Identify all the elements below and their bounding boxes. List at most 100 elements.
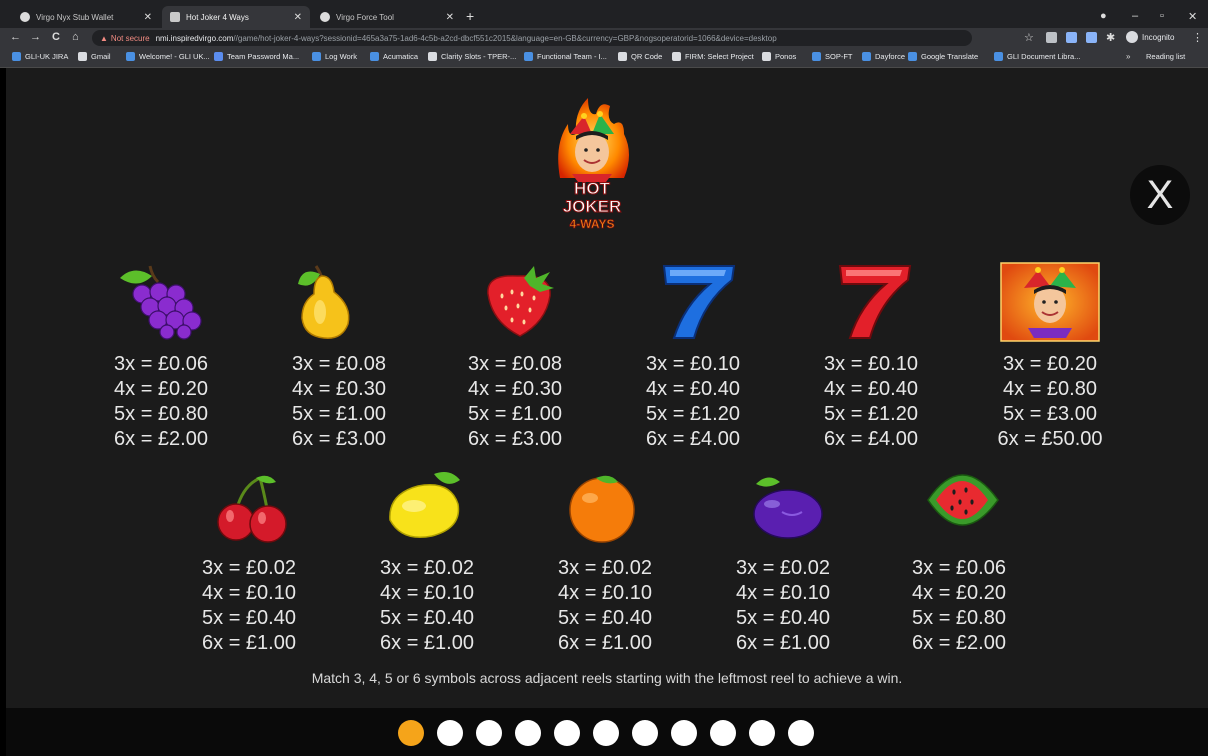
bookmark-item[interactable]: FIRM: Select Project [672,52,754,61]
payout-5x: 5x = £0.40 [380,607,474,629]
page-dot[interactable] [710,720,736,746]
translate-icon[interactable] [1086,32,1097,43]
bookmark-item[interactable]: Gmail [78,52,111,61]
bookmark-label: SOP-FT [825,52,853,61]
tab-virgo-nyx-stub-wallet[interactable]: Virgo Nyx Stub Wallet ✕ [12,6,160,28]
security-label[interactable]: Not secure [111,34,150,43]
bookmark-item[interactable]: Acumatica [370,52,418,61]
logo-text-4-ways: 4-WAYS [570,217,615,231]
warning-icon: ▲ [100,33,108,43]
payout-4x: 4x = £0.20 [912,582,1006,604]
bookmark-item[interactable]: SOP-FT [812,52,853,61]
page-dot[interactable] [788,720,814,746]
new-tab-button[interactable]: + [466,8,474,24]
restore-button[interactable]: ▫ [1160,10,1164,22]
bookmark-favicon-icon [78,52,87,61]
tab-virgo-force-tool[interactable]: Virgo Force Tool ✕ [312,6,462,28]
payout-4x: 4x = £0.10 [202,582,296,604]
bookmark-favicon-icon [428,52,437,61]
browser-menu-icon[interactable]: ⋮ [1192,31,1203,44]
payout-3x: 3x = £0.08 [468,353,562,375]
payout-plum: 3x = £0.02 4x = £0.10 5x = £0.40 6x = £1… [720,556,846,656]
bookmark-favicon-icon [370,52,379,61]
page-dot[interactable] [671,720,697,746]
payout-3x: 3x = £0.10 [824,353,918,375]
extensions-puzzle-icon[interactable]: ✱ [1106,31,1115,44]
logo-text-joker: JOKER [563,197,622,216]
extension-icon[interactable] [1046,32,1057,43]
payout-6x: 6x = £1.00 [380,632,474,654]
payout-4x: 4x = £0.10 [380,582,474,604]
incognito-profile-button[interactable]: Incognito [1126,31,1174,43]
payout-6x: 6x = £50.00 [997,428,1103,450]
minimize-button[interactable]: – [1132,10,1138,22]
bookmark-favicon-icon [126,52,135,61]
payout-6x: 6x = £4.00 [646,428,740,450]
reading-list-button[interactable]: Reading list [1146,52,1185,61]
bookmark-item[interactable]: Functional Team - I... [524,52,607,61]
orange-icon [569,475,635,543]
address-bar[interactable]: ▲ Not secure nmi.inspiredvirgo.com //gam… [92,30,972,46]
payout-pear: 3x = £0.08 4x = £0.30 5x = £1.00 6x = £3… [276,352,402,452]
bookmark-label: Gmail [91,52,111,61]
page-dot[interactable] [593,720,619,746]
lemon-icon [389,472,460,538]
payout-6x: 6x = £1.00 [558,632,652,654]
payout-3x: 3x = £0.06 [912,557,1006,579]
bookmark-item[interactable]: Team Password Ma... [214,52,299,61]
bookmark-favicon-icon [312,52,321,61]
payout-joker: 3x = £0.20 4x = £0.80 5x = £3.00 6x = £5… [980,352,1120,452]
payout-red-seven: 3x = £0.10 4x = £0.40 5x = £1.20 6x = £4… [808,352,934,452]
bookmark-item[interactable]: GLI-UK JIRA [12,52,68,61]
tab-title: Hot Joker 4 Ways [186,12,249,22]
page-dot[interactable] [554,720,580,746]
plum-icon [753,477,823,539]
bookmark-item[interactable]: Log Work [312,52,357,61]
page-dot[interactable] [476,720,502,746]
payout-4x: 4x = £0.40 [646,378,740,400]
home-button[interactable]: ⌂ [72,31,79,43]
reload-button[interactable]: C [52,31,60,43]
payout-5x: 5x = £0.40 [558,607,652,629]
payout-3x: 3x = £0.06 [114,353,208,375]
payout-6x: 6x = £2.00 [912,632,1006,654]
bookmark-item[interactable]: GLI Document Libra... [994,52,1080,61]
payout-3x: 3x = £0.10 [646,353,740,375]
page-dot[interactable] [749,720,775,746]
bookmark-favicon-icon [994,52,1003,61]
payout-strawberry: 3x = £0.08 4x = £0.30 5x = £1.00 6x = £3… [452,352,578,452]
page-dot[interactable] [398,720,424,746]
bookmarks-overflow-button[interactable]: » [1126,52,1130,61]
payout-6x: 6x = £2.00 [114,428,208,450]
tab-close-icon[interactable]: ✕ [144,12,152,23]
tab-bar: Virgo Nyx Stub Wallet ✕ Hot Joker 4 Ways… [0,4,1208,28]
page-dot[interactable] [437,720,463,746]
payout-4x: 4x = £0.20 [114,378,208,400]
close-paytable-button[interactable]: X [1130,165,1190,225]
payout-5x: 5x = £1.00 [292,403,386,425]
tab-hot-joker-4-ways[interactable]: Hot Joker 4 Ways ✕ [162,6,310,28]
bookmark-favicon-icon [762,52,771,61]
payout-blue-seven: 3x = £0.10 4x = £0.40 5x = £1.20 6x = £4… [630,352,756,452]
payout-lemon: 3x = £0.02 4x = £0.10 5x = £0.40 6x = £1… [364,556,490,656]
forward-button[interactable]: → [30,31,41,43]
tab-close-icon[interactable]: ✕ [294,12,302,23]
bookmark-item[interactable]: Dayforce [862,52,905,61]
extension-icon[interactable] [1066,32,1077,43]
bookmark-item[interactable]: Google Translate [908,52,978,61]
bookmark-item[interactable]: QR Code [618,52,662,61]
bookmark-item[interactable]: Ponos [762,52,796,61]
close-window-button[interactable]: ✕ [1188,10,1197,23]
back-button[interactable]: ← [10,31,21,43]
bookmark-item[interactable]: Welcome! - GLI UK... [126,52,210,61]
bookmark-favicon-icon [524,52,533,61]
tab-close-icon[interactable]: ✕ [446,12,454,23]
payout-3x: 3x = £0.02 [380,557,474,579]
page-dot[interactable] [632,720,658,746]
incognito-icon [1126,31,1138,43]
bookmark-favicon-icon [812,52,821,61]
page-dot[interactable] [515,720,541,746]
bookmark-item[interactable]: Clarity Slots - TPER-... [428,52,516,61]
bookmark-star-icon[interactable]: ☆ [1024,31,1034,44]
extension-puzzle-icon[interactable]: ● [1100,10,1107,22]
